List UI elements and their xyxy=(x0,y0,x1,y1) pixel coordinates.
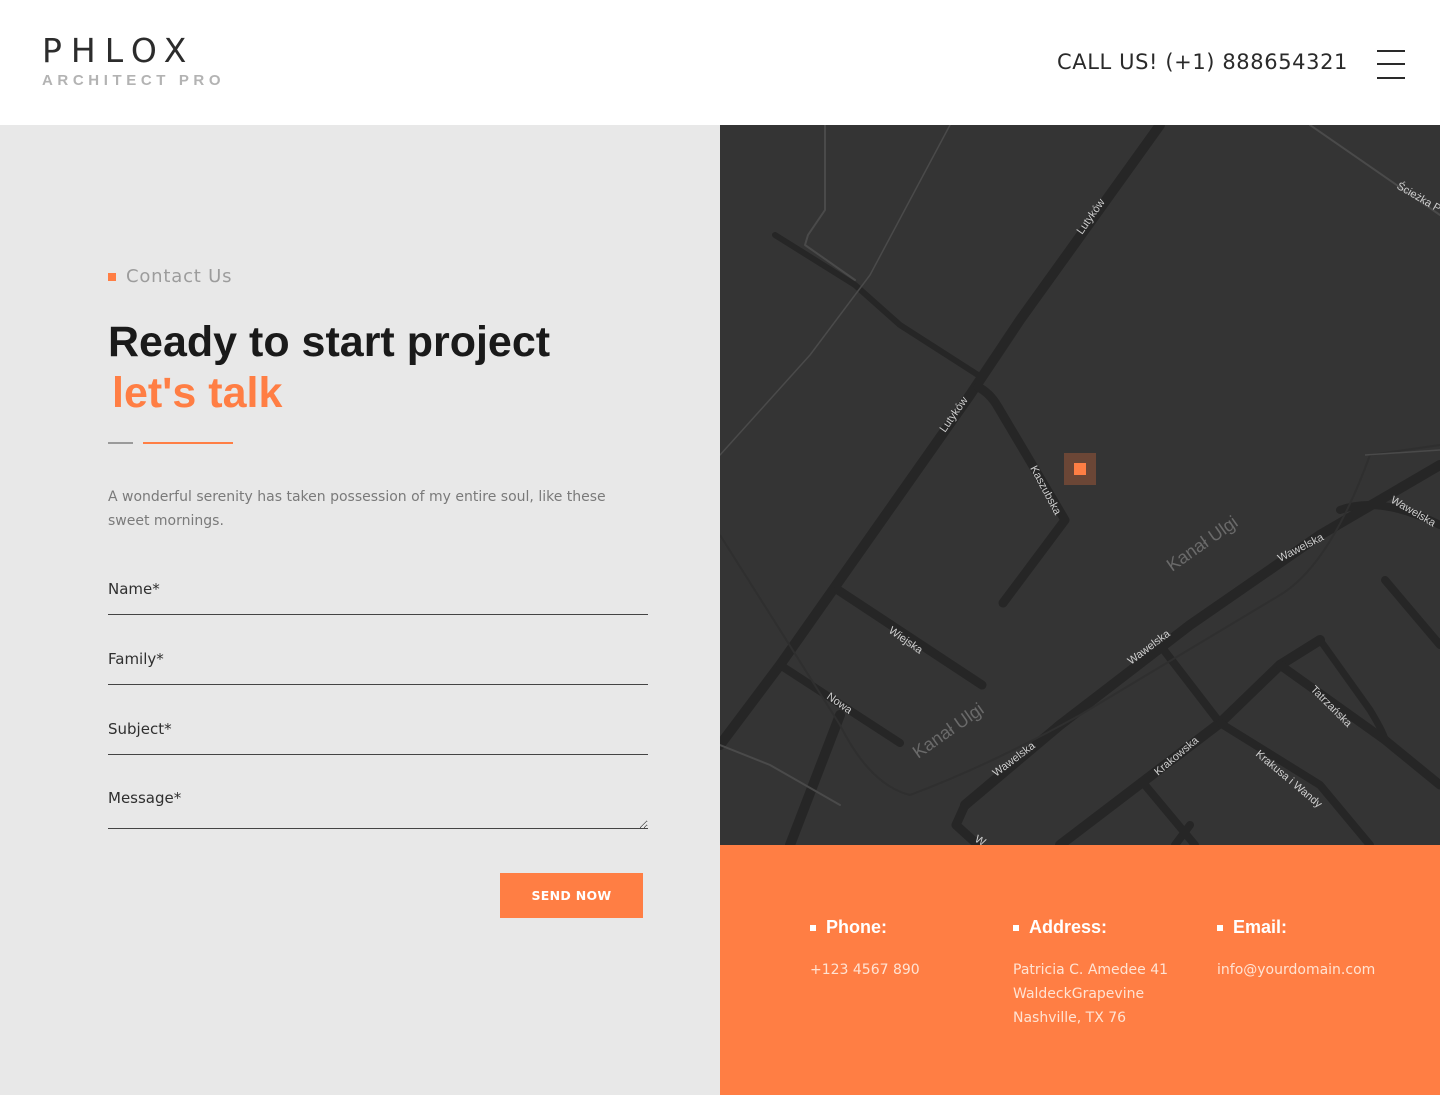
street-label-kaszubska: Kaszubska xyxy=(1027,464,1063,518)
square-bullet-icon xyxy=(1217,924,1223,931)
logo-tagline: ARCHITECT PRO xyxy=(42,72,226,89)
family-field-wrapper xyxy=(108,650,648,685)
hamburger-menu-icon[interactable] xyxy=(1377,50,1405,80)
email-link[interactable]: info@yourdomain.com xyxy=(1217,958,1375,982)
message-field[interactable] xyxy=(108,789,648,829)
contact-info-panel: Phone: +123 4567 890 Address: Patricia C… xyxy=(720,845,1440,1095)
address-label: Address: xyxy=(1029,917,1108,937)
square-bullet-icon xyxy=(108,272,116,281)
address-block: Address: Patricia C. Amedee 41 WaldeckGr… xyxy=(1013,917,1168,1030)
title-line-1: Ready to start project xyxy=(108,318,551,366)
eyebrow-label: Contact Us xyxy=(126,266,233,287)
map-view[interactable]: Lutyków Lutyków Kaszubska Wiejska Nowa W… xyxy=(720,125,1440,845)
address-line: WaldeckGrapevine xyxy=(1013,986,1145,1002)
subject-field[interactable] xyxy=(108,720,648,738)
phone-block: Phone: +123 4567 890 xyxy=(810,917,920,982)
address-line: Patricia C. Amedee 41 xyxy=(1013,962,1169,978)
street-label-tatrzanska: Tatrzańska xyxy=(1308,684,1355,731)
street-label-sciezka: Ścieżka P xyxy=(1395,179,1440,215)
email-block: Email: info@yourdomain.com xyxy=(1217,917,1375,982)
call-us-phone[interactable]: CALL US! (+1) 888654321 xyxy=(1057,50,1348,74)
section-eyebrow: Contact Us xyxy=(108,266,232,287)
divider-accent xyxy=(143,442,233,444)
square-bullet-icon xyxy=(810,924,816,931)
family-field[interactable] xyxy=(108,650,648,668)
message-field-wrapper xyxy=(108,789,648,829)
street-label-wawelska-3: Wawelska xyxy=(1276,531,1327,565)
street-label-w: W xyxy=(973,833,989,845)
street-label-lutykow-mid: Lutyków xyxy=(938,395,971,435)
street-label-krakowska: Krakowska xyxy=(1152,734,1202,778)
intro-text: A wonderful serenity has taken possessio… xyxy=(108,489,606,529)
water-label-canal-1: Kanał Ulgi xyxy=(1163,512,1242,575)
page-title: Ready to start project let's talk xyxy=(108,317,550,419)
contact-panel: Contact Us Ready to start project let's … xyxy=(0,125,720,1095)
phone-label: Phone: xyxy=(826,917,887,937)
email-label: Email: xyxy=(1233,917,1288,937)
map-marker-icon[interactable] xyxy=(1064,453,1096,485)
logo-wordmark: PHLOX xyxy=(42,31,196,70)
subject-field-wrapper xyxy=(108,720,648,755)
site-header: PHLOX ARCHITECT PRO CALL US! (+1) 888654… xyxy=(0,0,1440,125)
logo[interactable]: PHLOX ARCHITECT PRO xyxy=(42,31,226,89)
street-label-lutykow-top: Lutyków xyxy=(1075,197,1108,237)
send-now-button[interactable]: SEND NOW xyxy=(500,873,643,918)
divider-short xyxy=(108,442,133,444)
water-label-canal-2: Kanał Ulgi xyxy=(909,699,988,762)
name-field[interactable] xyxy=(108,580,648,598)
street-label-wawelska-1: Wawelska xyxy=(991,739,1039,779)
map-canvas[interactable]: Lutyków Lutyków Kaszubska Wiejska Nowa W… xyxy=(720,125,1440,845)
title-line-2: let's talk xyxy=(112,369,283,417)
square-bullet-icon xyxy=(1013,924,1019,931)
phone-value[interactable]: +123 4567 890 xyxy=(810,958,920,982)
name-field-wrapper xyxy=(108,580,648,615)
address-line: Nashville, TX 76 xyxy=(1013,1010,1127,1026)
